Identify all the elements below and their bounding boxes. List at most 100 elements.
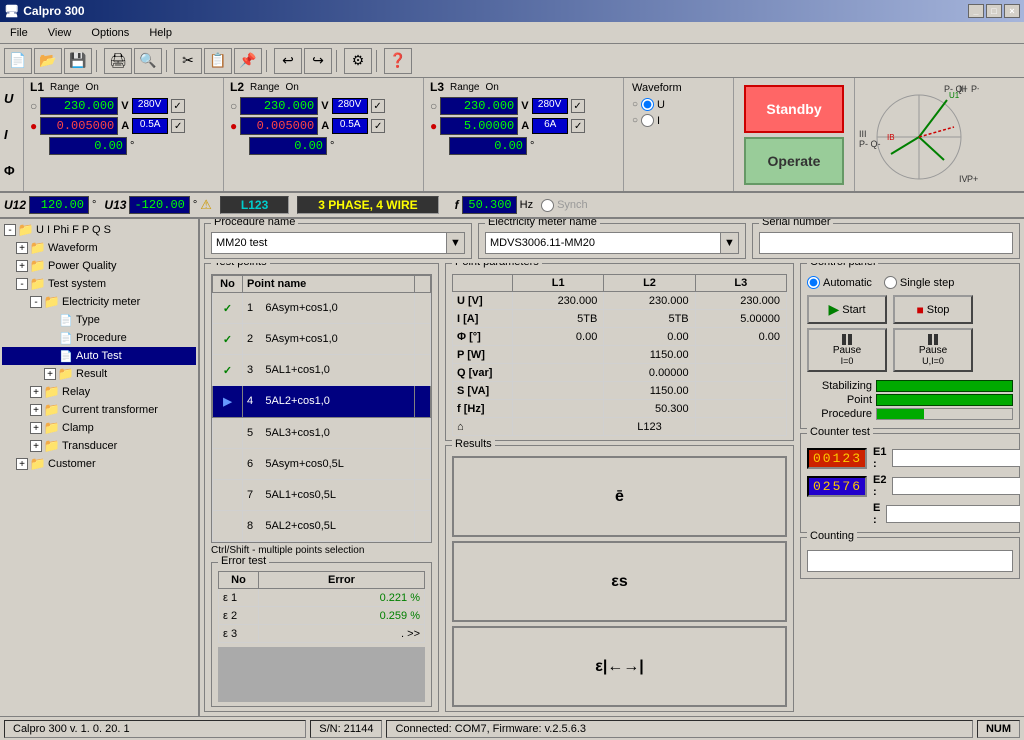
auto-mode-radio[interactable] <box>807 276 820 289</box>
expand-current-transformer[interactable]: + <box>30 404 42 416</box>
minimize-button[interactable]: _ <box>968 4 984 18</box>
pause-ui0-button[interactable]: Pause U,I=0 <box>893 328 973 372</box>
l1-range-label: Range <box>50 82 79 93</box>
menu-file[interactable]: File <box>4 25 34 41</box>
paste-button[interactable]: 📌 <box>234 48 262 74</box>
svg-text:IB: IB <box>887 133 895 142</box>
l1-u-on-check[interactable] <box>171 99 185 113</box>
test-point-row-1[interactable]: ✓ 1 6Asym+cos1,0 <box>213 293 431 324</box>
param-row-f: f [Hz] 50.300 <box>453 400 787 418</box>
test-point-row-6[interactable]: 6 5Asym+cos0,5L <box>213 448 431 479</box>
l1-range-u-btn[interactable]: 280V <box>132 98 168 114</box>
pause-i0-button[interactable]: Pause I=0 <box>807 328 887 372</box>
sidebar-item-transducer[interactable]: + 📁 Transducer <box>2 437 196 455</box>
step-mode-radio[interactable] <box>884 276 897 289</box>
param-p-l1 <box>513 346 604 364</box>
test-point-row-3[interactable]: ✓ 3 5AL1+cos1,0 <box>213 355 431 386</box>
counter-e2-input[interactable] <box>892 477 1020 495</box>
expand-transducer[interactable]: + <box>30 440 42 452</box>
sidebar-item-waveform[interactable]: + 📁 Waveform <box>2 239 196 257</box>
sidebar-item-procedure[interactable]: 📄 Procedure <box>2 329 196 347</box>
sidebar-item-test-system[interactable]: - 📁 Test system <box>2 275 196 293</box>
counter-e-input[interactable] <box>886 505 1020 523</box>
copy-button[interactable]: 📋 <box>204 48 232 74</box>
param-row-i: I [A] 5TB 5TB 5.00000 <box>453 310 787 328</box>
print-button[interactable]: 🖨 <box>104 48 132 74</box>
operate-button[interactable]: Operate <box>744 137 844 185</box>
sidebar-item-type[interactable]: 📄 Type <box>2 311 196 329</box>
settings-button[interactable]: ⚙ <box>344 48 372 74</box>
undo-button[interactable]: ↩ <box>274 48 302 74</box>
synch-radio[interactable] <box>541 199 554 212</box>
expand-uiphifpqs[interactable]: - <box>4 224 16 236</box>
test-point-row-7[interactable]: 7 5AL1+cos0,5L <box>213 479 431 510</box>
sidebar-item-auto-test[interactable]: 📄 Auto Test <box>2 347 196 365</box>
error-no-1: ε 1 <box>219 589 259 607</box>
new-button[interactable]: 📄 <box>4 48 32 74</box>
start-button[interactable]: ▶ Start <box>807 295 887 324</box>
expand-electricity-meter[interactable]: - <box>30 296 42 308</box>
l3-u-on-check[interactable] <box>571 99 585 113</box>
menu-help[interactable]: Help <box>143 25 178 41</box>
l1-range-i-btn[interactable]: 0.5A <box>132 118 168 134</box>
counting-input[interactable] <box>807 550 1013 572</box>
l3-range-i-btn[interactable]: 6A <box>532 118 568 134</box>
expand-customer[interactable]: + <box>16 458 28 470</box>
expand-waveform[interactable]: + <box>16 242 28 254</box>
waveform-u-radio[interactable] <box>641 98 654 111</box>
sidebar-item-power-quality[interactable]: + 📁 Power Quality <box>2 257 196 275</box>
error-row-3: ε 3 . >> <box>219 625 425 643</box>
expand-clamp[interactable]: + <box>30 422 42 434</box>
sidebar-item-result[interactable]: + 📁 Result <box>2 365 196 383</box>
help-button[interactable]: ❓ <box>384 48 412 74</box>
expand-relay[interactable]: + <box>30 386 42 398</box>
test-point-row-2[interactable]: ✓ 2 5Asym+cos1,0 <box>213 324 431 355</box>
uiphifpqs-icon: 📁 <box>18 222 34 238</box>
l3-u-unit: V <box>521 100 528 112</box>
procedure-indent <box>44 330 56 346</box>
param-row-phi: Φ [°] 0.00 0.00 0.00 <box>453 328 787 346</box>
l2-u-on-check[interactable] <box>371 99 385 113</box>
sidebar-item-relay[interactable]: + 📁 Relay <box>2 383 196 401</box>
expand-power-quality[interactable]: + <box>16 260 28 272</box>
save-button[interactable]: 💾 <box>64 48 92 74</box>
l2-range-u-btn[interactable]: 280V <box>332 98 368 114</box>
redo-button[interactable]: ↪ <box>304 48 332 74</box>
serial-number-input[interactable] <box>759 232 1013 254</box>
waveform-u-indicator: ○ <box>632 99 638 110</box>
app-icon: 🖥 <box>4 4 19 18</box>
print-preview-button[interactable]: 🔍 <box>134 48 162 74</box>
relay-icon: 📁 <box>44 384 60 400</box>
test-point-row-5[interactable]: 5 5AL3+cos1,0 <box>213 417 431 448</box>
expand-result[interactable]: + <box>44 368 56 380</box>
sidebar-item-current-transformer[interactable]: + 📁 Current transformer <box>2 401 196 419</box>
l2-range-i-btn[interactable]: 0.5A <box>332 118 368 134</box>
step-mode-option[interactable]: Single step <box>884 276 954 289</box>
menu-options[interactable]: Options <box>85 25 135 41</box>
expand-test-system[interactable]: - <box>16 278 28 290</box>
procedure-name-dropdown[interactable]: ▼ <box>446 233 464 253</box>
sidebar-item-uiphifpqs[interactable]: - 📁 U I Phi F P Q S <box>2 221 196 239</box>
test-point-row-4[interactable]: ▶ 4 5AL2+cos1,0 <box>213 386 431 417</box>
standby-button[interactable]: Standby <box>744 85 844 133</box>
maximize-button[interactable]: □ <box>986 4 1002 18</box>
close-button[interactable]: × <box>1004 4 1020 18</box>
stop-button[interactable]: ■ Stop <box>893 295 973 324</box>
l1-label: L1 <box>30 80 44 94</box>
counter-e1-input[interactable] <box>892 449 1020 467</box>
sidebar-item-clamp[interactable]: + 📁 Clamp <box>2 419 196 437</box>
auto-mode-option[interactable]: Automatic <box>807 276 872 289</box>
sidebar-item-electricity-meter[interactable]: - 📁 Electricity meter <box>2 293 196 311</box>
open-button[interactable]: 📂 <box>34 48 62 74</box>
menu-view[interactable]: View <box>42 25 78 41</box>
l3-range-u-btn[interactable]: 280V <box>532 98 568 114</box>
waveform-i-radio[interactable] <box>641 114 654 127</box>
l3-i-on-check[interactable] <box>571 119 585 133</box>
freq-label: f <box>455 198 459 212</box>
sidebar-item-customer[interactable]: + 📁 Customer <box>2 455 196 473</box>
l1-i-on-check[interactable] <box>171 119 185 133</box>
electricity-meter-name-dropdown[interactable]: ▼ <box>720 233 738 253</box>
cut-button[interactable]: ✂ <box>174 48 202 74</box>
l2-i-on-check[interactable] <box>371 119 385 133</box>
test-point-row-8[interactable]: 8 5AL2+cos0,5L <box>213 510 431 541</box>
